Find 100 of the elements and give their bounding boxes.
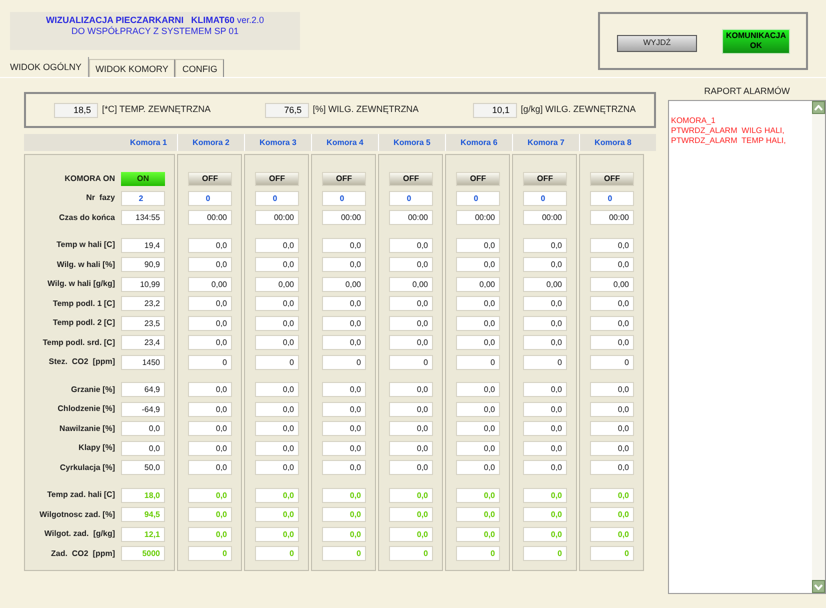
toggle-button[interactable]: OFF <box>255 172 299 186</box>
value-field: 0,00 <box>188 276 232 292</box>
value-field: 0 <box>590 354 634 370</box>
value-field: 18,0 <box>121 488 165 503</box>
reading-label: [*C] TEMP. ZEWNĘTRZNA <box>102 103 211 116</box>
row-label: Wilgotnosc zad. [%] <box>40 508 115 521</box>
value-field: 134:55 <box>121 210 165 226</box>
value-field: 0,0 <box>523 507 567 522</box>
value-field: 00:00 <box>523 210 567 226</box>
toggle-button[interactable]: ON <box>121 172 165 186</box>
value-field: 0 <box>456 546 500 562</box>
value-field: 0,0 <box>188 238 232 253</box>
value-field: 0 <box>456 354 500 370</box>
value-field: 00:00 <box>389 210 433 226</box>
value-field: 2 <box>121 190 165 206</box>
exit-button[interactable]: WYJDŹ <box>617 34 697 52</box>
value-field: 0,0 <box>188 316 232 331</box>
value-field: 0 <box>255 354 299 370</box>
row-label: Stez. CO2 [ppm] <box>48 356 115 368</box>
value-field: 0,0 <box>523 257 567 272</box>
value-field: 0,0 <box>188 440 232 456</box>
value-field: 0 <box>389 190 433 206</box>
toggle-button[interactable]: OFF <box>389 172 433 186</box>
value-field: 0,0 <box>523 421 567 436</box>
value-field: 0,0 <box>255 440 299 456</box>
value-field: 0,0 <box>188 507 232 522</box>
value-field: 0,0 <box>590 335 634 350</box>
row-label: Temp podl. srd. [C] <box>42 336 115 349</box>
value-field: 0 <box>188 546 232 562</box>
value-field: 0,0 <box>456 460 500 476</box>
tab[interactable]: CONFIG <box>175 59 224 77</box>
value-field: 10,99 <box>121 276 165 292</box>
value-field: 0,0 <box>523 402 567 417</box>
tab[interactable]: WIDOK KOMORY <box>88 59 176 77</box>
value-field: 0,00 <box>590 276 634 292</box>
value-field: 0,0 <box>456 316 500 331</box>
value-field: 0,0 <box>456 402 500 417</box>
toggle-button[interactable]: OFF <box>322 172 366 186</box>
value-field: 0,0 <box>590 382 634 398</box>
column-header: Komora 8 <box>579 134 646 151</box>
alarm-message: KOMORA_1 <box>671 116 716 126</box>
value-field: 0,0 <box>188 488 232 503</box>
value-field: 0,0 <box>456 440 500 456</box>
value-field: 0,0 <box>590 526 634 542</box>
toggle-button[interactable]: OFF <box>188 172 232 186</box>
value-field: 0 <box>389 354 433 370</box>
value-field: 0,0 <box>456 488 500 503</box>
value-field: 0,0 <box>389 460 433 476</box>
scrollbar[interactable] <box>812 101 825 593</box>
row-label: Nawilzanie [%] <box>59 422 115 435</box>
value-field: 12,1 <box>121 526 165 542</box>
value-field: 0,0 <box>255 335 299 350</box>
row-label: Temp zad. hali [C] <box>47 489 115 502</box>
reading-label: [g/kg] WILG. ZEWNĘTRZNA <box>520 103 636 116</box>
toggle-button[interactable]: OFF <box>456 172 500 186</box>
value-field: 0 <box>523 354 567 370</box>
status-indicator: KOMUNIKACJA OK <box>722 28 790 54</box>
value-field: 0,0 <box>322 526 366 542</box>
toggle-button[interactable]: OFF <box>590 172 634 186</box>
value-field: 0,0 <box>590 460 634 476</box>
value-field: 0,0 <box>322 402 366 417</box>
value-field: 0,0 <box>188 296 232 312</box>
scroll-up-icon[interactable] <box>812 101 825 114</box>
value-field: 0,0 <box>322 460 366 476</box>
value-field: 0,0 <box>456 526 500 542</box>
value-field: 0,00 <box>523 276 567 292</box>
value-field: 0,0 <box>389 402 433 417</box>
reading-field: 18,5 <box>54 102 98 118</box>
value-field: 00:00 <box>188 210 232 226</box>
value-field: 0,0 <box>322 421 366 436</box>
value-field: 0,0 <box>590 296 634 312</box>
value-field: 0 <box>389 546 433 562</box>
value-field: 0,0 <box>322 440 366 456</box>
row-label: Wilgot. zad. [g/kg] <box>44 528 115 540</box>
value-field: 0,0 <box>389 507 433 522</box>
value-field: 0,0 <box>255 402 299 417</box>
toggle-button[interactable]: OFF <box>523 172 567 186</box>
app-title: WIZUALIZACJA PIECZARKARNI KLIMAT60 ver.2.0 <box>46 15 264 26</box>
column-header: Komora 2 <box>177 134 244 151</box>
value-field: 0,0 <box>389 316 433 331</box>
value-field: 0 <box>255 546 299 562</box>
row-label: Zad. CO2 [ppm] <box>51 548 115 560</box>
value-field: 0,0 <box>255 257 299 272</box>
app-subtitle: DO WSPÓŁPRACY Z SYSTEMEM SP 01 <box>71 26 239 37</box>
value-field: 0,0 <box>389 296 433 312</box>
value-field: 0 <box>523 190 567 206</box>
value-field: 94,5 <box>121 507 165 522</box>
scroll-down-icon[interactable] <box>812 580 825 593</box>
value-field: 0 <box>523 546 567 562</box>
value-field: 0,0 <box>523 382 567 398</box>
value-field: 0,0 <box>255 507 299 522</box>
row-label: KOMORA ON <box>64 172 115 185</box>
value-field: 0,0 <box>322 382 366 398</box>
column-header: Komora 6 <box>445 134 512 151</box>
value-field: 0,0 <box>255 526 299 542</box>
panel-title: RAPORT ALARMÓW <box>703 85 791 98</box>
value-field: 0,0 <box>590 421 634 436</box>
value-field: 0,0 <box>523 526 567 542</box>
column-header: Komora 7 <box>512 134 579 151</box>
value-field: 0,0 <box>590 238 634 253</box>
